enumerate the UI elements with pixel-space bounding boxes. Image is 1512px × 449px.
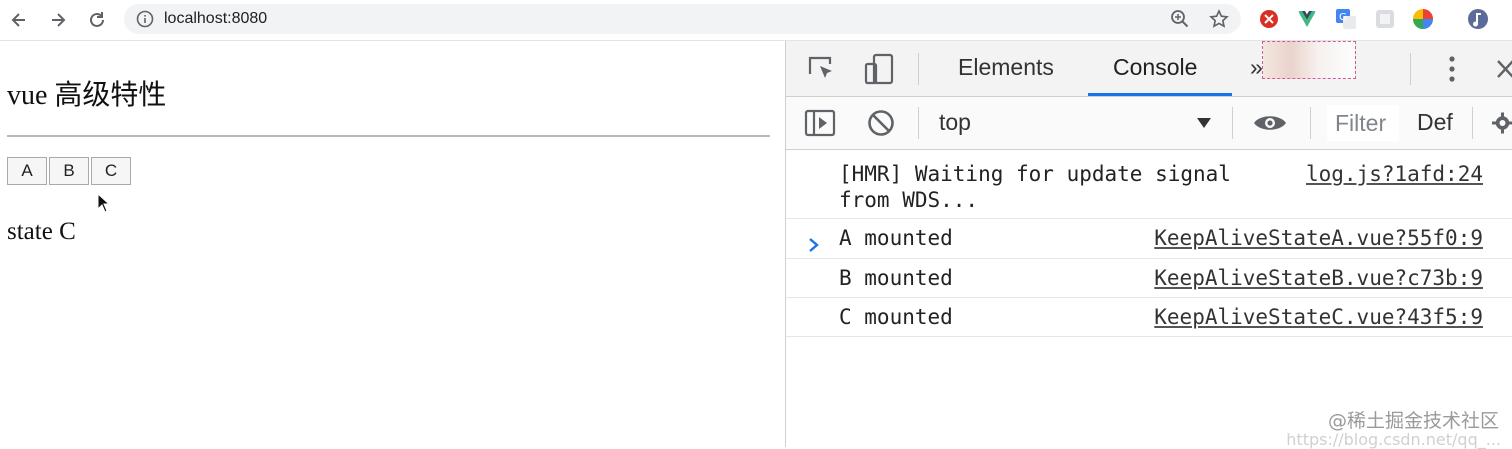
eye-icon[interactable] [1252, 111, 1288, 135]
overlay-avatar-image [1262, 41, 1356, 79]
kebab-menu-icon[interactable] [1442, 53, 1462, 85]
dropdown-arrow-icon[interactable] [1196, 117, 1212, 129]
separator [1232, 107, 1233, 139]
button-b[interactable]: B [49, 157, 89, 185]
console-output: [HMR] Waiting for update signal from WDS… [786, 151, 1512, 337]
log-source-link[interactable]: KeepAliveStateA.vue?55f0:9 [1154, 226, 1483, 250]
log-message-text: [HMR] Waiting for update signal from WDS… [839, 161, 1231, 213]
separator [918, 53, 919, 85]
arrow-left-icon [9, 10, 29, 30]
sidebar-toggle-icon[interactable] [804, 109, 836, 137]
log-message-text: C mounted [839, 305, 953, 329]
info-icon[interactable] [136, 10, 154, 28]
profile-avatar-icon[interactable] [1467, 8, 1489, 30]
close-devtools-icon[interactable] [1494, 57, 1512, 81]
reload-button[interactable] [85, 8, 109, 32]
page-viewport: vue 高级特性 A B C state C [0, 41, 785, 447]
console-message: C mounted KeepAliveStateC.vue?43f5:9 [786, 298, 1512, 337]
address-bar[interactable]: localhost:8080 [124, 4, 1241, 34]
zoom-icon[interactable] [1170, 9, 1190, 29]
watermark-text: @稀土掘金技术社区 [1328, 406, 1499, 433]
separator [918, 107, 919, 139]
adblock-extension-icon[interactable] [1258, 8, 1280, 30]
log-source-link[interactable]: log.js?1afd:24 [1306, 161, 1483, 187]
device-toolbar-icon[interactable] [862, 52, 896, 86]
state-buttons: A B C [7, 157, 133, 185]
tab-console[interactable]: Console [1113, 54, 1197, 81]
separator [1310, 107, 1311, 139]
console-toolbar: top Filter Def [786, 97, 1512, 150]
log-source-link[interactable]: KeepAliveStateB.vue?c73b:9 [1154, 266, 1483, 290]
clear-console-icon[interactable] [866, 108, 896, 138]
state-text: state C [7, 218, 76, 246]
log-source-link[interactable]: KeepAliveStateC.vue?43f5:9 [1154, 305, 1483, 329]
log-message-text: A mounted [839, 226, 953, 250]
separator [1472, 107, 1473, 139]
filter-input[interactable]: Filter [1327, 105, 1399, 141]
console-prompt-chevron-icon[interactable] [806, 236, 822, 254]
arrow-right-icon [48, 10, 68, 30]
log-message-text: B mounted [839, 266, 953, 290]
svg-text:G: G [1339, 12, 1347, 23]
devtools-tabbar: Elements Console » [786, 41, 1512, 97]
log-levels-dropdown[interactable]: Def [1417, 109, 1453, 136]
button-c[interactable]: C [91, 157, 131, 185]
forward-button[interactable] [46, 8, 70, 32]
vue-devtools-icon[interactable] [1296, 8, 1318, 30]
mouse-cursor-icon [97, 193, 111, 213]
back-button[interactable] [7, 8, 31, 32]
browser-toolbar: localhost:8080 G [0, 0, 1512, 41]
page-title: vue 高级特性 [7, 73, 166, 113]
button-a[interactable]: A [7, 157, 47, 185]
bookmark-star-icon[interactable] [1209, 9, 1229, 29]
devtools-panel: Elements Console » top Filter Def [785, 41, 1512, 447]
translate-extension-icon[interactable]: G [1335, 8, 1357, 30]
divider [7, 135, 770, 137]
context-select[interactable]: top [939, 109, 971, 136]
separator [1410, 53, 1411, 85]
console-message: B mounted KeepAliveStateB.vue?c73b:9 [786, 259, 1512, 298]
tab-elements[interactable]: Elements [958, 54, 1054, 81]
url-text[interactable]: localhost:8080 [164, 10, 267, 28]
color-extension-icon[interactable] [1412, 8, 1434, 30]
console-message: [HMR] Waiting for update signal from WDS… [786, 151, 1512, 219]
settings-gear-icon[interactable] [1492, 109, 1512, 137]
active-tab-indicator [1088, 93, 1232, 96]
puzzle-extension-icon[interactable] [1374, 8, 1396, 30]
inspect-element-icon[interactable] [806, 54, 836, 84]
console-message: A mounted KeepAliveStateA.vue?55f0:9 [786, 219, 1512, 259]
more-tabs-button[interactable]: » [1250, 54, 1263, 81]
reload-icon [87, 10, 107, 30]
